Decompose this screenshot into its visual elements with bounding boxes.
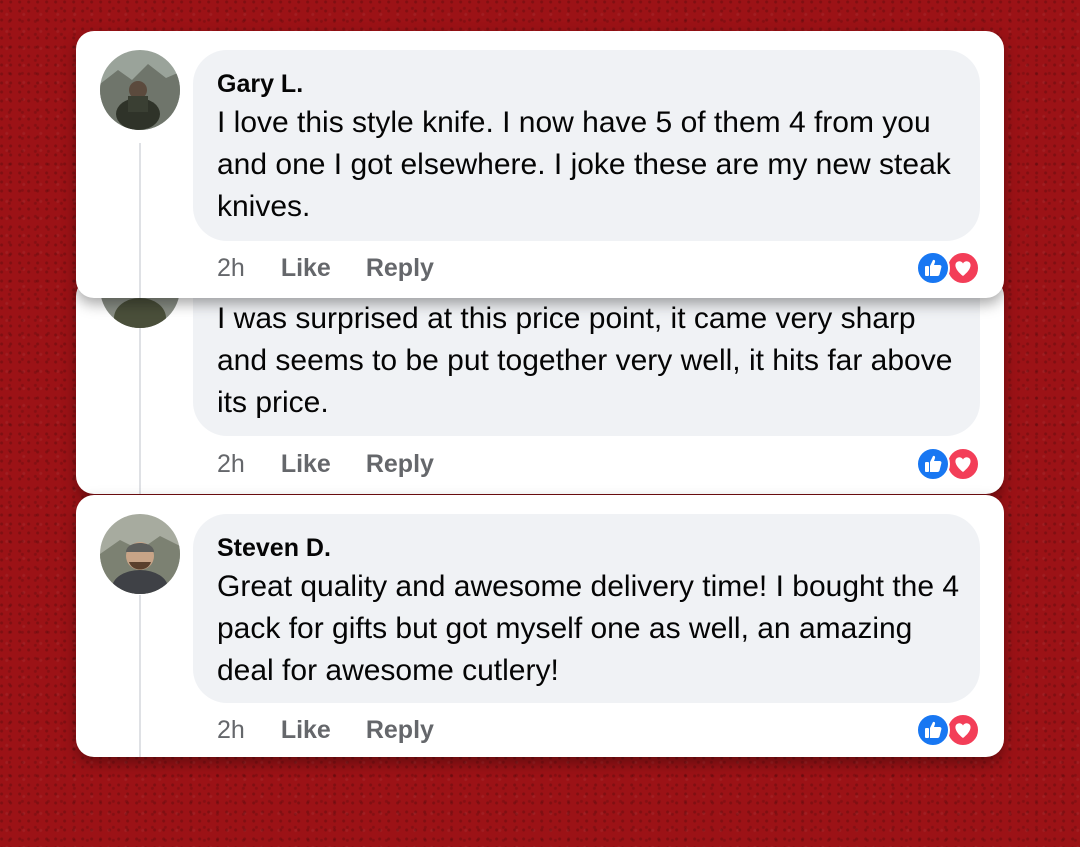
thumbs-up-icon xyxy=(916,251,950,285)
heart-icon xyxy=(946,251,980,285)
comment-card: I was surprised at this price point, it … xyxy=(76,278,1004,494)
comment-bubble: Steven D. Great quality and awesome deli… xyxy=(193,514,980,703)
reaction-summary[interactable] xyxy=(916,713,980,747)
reply-button[interactable]: Reply xyxy=(366,450,434,479)
comment-time: 2h xyxy=(217,254,245,282)
comment-author[interactable]: Gary L. xyxy=(217,70,303,99)
comment-actions: 2h Like Reply xyxy=(217,254,469,283)
avatar-photo xyxy=(100,514,180,594)
avatar[interactable] xyxy=(100,514,180,594)
avatar-photo xyxy=(100,50,180,130)
reply-button[interactable]: Reply xyxy=(366,716,434,745)
comment-bubble: I was surprised at this price point, it … xyxy=(193,278,980,436)
reaction-summary[interactable] xyxy=(916,251,980,285)
comment-card: Steven D. Great quality and awesome deli… xyxy=(76,495,1004,757)
comment-author[interactable]: Steven D. xyxy=(217,534,331,563)
like-button[interactable]: Like xyxy=(281,716,331,745)
comment-text: I was surprised at this price point, it … xyxy=(217,302,953,419)
thumbs-up-icon xyxy=(916,713,950,747)
reply-button[interactable]: Reply xyxy=(366,254,434,283)
comment-bubble: Gary L. I love this style knife. I now h… xyxy=(193,50,980,241)
comment-time: 2h xyxy=(217,716,245,744)
heart-icon xyxy=(946,713,980,747)
heart-icon xyxy=(946,447,980,481)
like-button[interactable]: Like xyxy=(281,450,331,479)
comment-time: 2h xyxy=(217,450,245,478)
like-button[interactable]: Like xyxy=(281,254,331,283)
comment-text: I love this style knife. I now have 5 of… xyxy=(217,106,951,223)
thread-line xyxy=(139,595,141,757)
avatar[interactable] xyxy=(100,50,180,130)
thread-line xyxy=(139,143,141,298)
thumbs-up-icon xyxy=(916,447,950,481)
comment-card: Gary L. I love this style knife. I now h… xyxy=(76,31,1004,298)
comment-actions: 2h Like Reply xyxy=(217,716,469,745)
comment-text: Great quality and awesome delivery time!… xyxy=(217,570,960,687)
comment-actions: 2h Like Reply xyxy=(217,450,469,479)
reaction-summary[interactable] xyxy=(916,447,980,481)
